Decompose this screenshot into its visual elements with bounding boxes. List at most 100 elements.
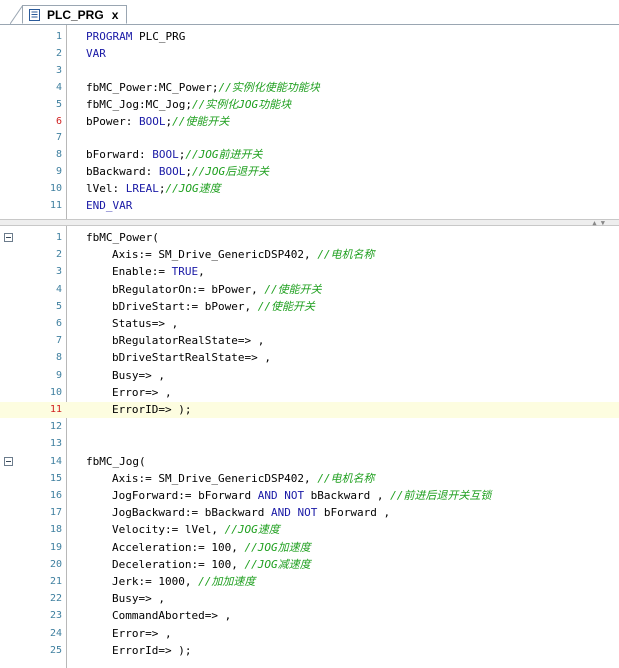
- code-line[interactable]: 14 fbMC_Jog(: [0, 454, 619, 470]
- code-text: Axis:= SM_Drive_GenericDSP402, //电机名称: [112, 247, 375, 263]
- code-text: CommandAborted=> ,: [112, 608, 231, 624]
- identifier-token: Velocity:= lVel,: [112, 523, 225, 537]
- identifier-token: Busy=> ,: [112, 592, 165, 606]
- document-icon: [29, 9, 40, 21]
- code-text: bDriveStart:= bPower, //使能开关: [112, 299, 315, 315]
- line-number: 6: [55, 115, 62, 127]
- editor-splitter[interactable]: ▲ ▼: [0, 219, 619, 227]
- identifier-token: ErrorId=> );: [112, 643, 192, 657]
- code-line[interactable]: 8 bDriveStartRealState=> ,: [0, 350, 619, 366]
- identifier-token: Jerk:= 1000,: [112, 575, 199, 588]
- code-text: JogForward:= bForward AND NOT bBackward …: [112, 488, 491, 504]
- identifier-token: Status=> ,: [112, 317, 179, 330]
- code-line[interactable]: 4 bRegulatorOn:= bPower, //使能开关: [0, 282, 619, 298]
- code-line[interactable]: 13: [0, 436, 619, 452]
- identifier-token: Busy=> ,: [112, 368, 165, 382]
- keyword-token: PROGRAM: [86, 30, 133, 43]
- identifier-token: ,: [198, 265, 205, 279]
- line-number: 19: [49, 541, 62, 553]
- comment-token: //使能开关: [172, 114, 230, 128]
- close-icon[interactable]: x: [112, 8, 119, 22]
- code-line[interactable]: 3 Enable:= TRUE,: [0, 264, 619, 280]
- identifier-token: ;: [158, 182, 166, 196]
- tab-plc-prg[interactable]: PLC_PRG x: [22, 5, 128, 24]
- code-text: Busy=> ,: [112, 591, 165, 607]
- code-line[interactable]: 9 bBackward: BOOL;//JOG后退开关: [0, 164, 619, 180]
- code-line[interactable]: 5 fbMC_Jog:MC_Jog;//实例化JOG功能块: [0, 97, 619, 113]
- keyword-token: AND NOT: [270, 506, 318, 520]
- code-line[interactable]: 1 fbMC_Power(: [0, 230, 619, 246]
- line-number: 7: [55, 335, 62, 347]
- code-line[interactable]: 2 VAR: [0, 46, 619, 62]
- code-text: lVel: LREAL;//JOG速度: [86, 181, 221, 197]
- line-number: 16: [49, 490, 62, 501]
- implementation-editor[interactable]: 1 fbMC_Power(2 Axis:= SM_Drive_GenericDSP4…: [0, 226, 619, 668]
- code-line[interactable]: 15 Axis:= SM_Drive_GenericDSP402, //电机名称: [0, 471, 619, 487]
- line-number: 9: [55, 369, 62, 381]
- code-line[interactable]: 25 ErrorId=> );: [0, 643, 619, 659]
- code-line[interactable]: 4 fbMC_Power:MC_Power;//实例化使能功能块: [0, 80, 619, 96]
- comment-token: //JOG加速度: [244, 540, 311, 554]
- line-number: 9: [55, 166, 62, 178]
- code-text: Error=> ,: [112, 626, 172, 642]
- code-text: Enable:= TRUE,: [112, 264, 205, 280]
- line-number: 5: [55, 98, 62, 110]
- code-line[interactable]: 10 Error=> ,: [0, 385, 619, 401]
- identifier-token: JogBackward:= bBackward: [112, 506, 271, 520]
- code-line[interactable]: 7: [0, 130, 619, 146]
- code-text: bPower: BOOL;//使能开关: [86, 114, 229, 130]
- code-text: bRegulatorOn:= bPower, //使能开关: [112, 282, 322, 298]
- identifier-token: fbMC_Power(: [86, 231, 159, 244]
- code-text: PROGRAM PLC_PRG: [86, 29, 185, 45]
- code-line[interactable]: 21 Jerk:= 1000, //加加速度: [0, 574, 619, 590]
- code-line[interactable]: 20 Deceleration:= 100, //JOG减速度: [0, 557, 619, 573]
- code-line[interactable]: 16 JogForward:= bForward AND NOT bBackwar…: [0, 488, 619, 504]
- code-line[interactable]: 24 Error=> ,: [0, 626, 619, 642]
- code-line[interactable]: 10 lVel: LREAL;//JOG速度: [0, 181, 619, 197]
- line-number: 2: [55, 47, 62, 59]
- code-line[interactable]: 8 bForward: BOOL;//JOG前进开关: [0, 147, 619, 163]
- comment-token: //JOG减速度: [244, 557, 311, 571]
- comment-token: //电机名称: [317, 471, 375, 485]
- line-number: 24: [49, 627, 62, 639]
- code-line[interactable]: 19 Acceleration:= 100, //JOG加速度: [0, 540, 619, 556]
- line-number: 25: [49, 644, 62, 656]
- identifier-token: bRegulatorOn:= bPower,: [112, 282, 265, 296]
- code-line[interactable]: 17 JogBackward:= bBackward AND NOT bForwa…: [0, 505, 619, 521]
- identifier-token: Acceleration:= 100,: [112, 540, 245, 554]
- code-line[interactable]: 18 Velocity:= lVel, //JOG速度: [0, 522, 619, 538]
- code-line[interactable]: 7 bRegulatorRealState=> ,: [0, 333, 619, 349]
- declaration-editor[interactable]: 1 PROGRAM PLC_PRG 2 VAR 3 4 fbMC_Power:MC_Powe…: [0, 25, 619, 219]
- comment-token: //JOG后退开关: [191, 165, 270, 179]
- code-text: Axis:= SM_Drive_GenericDSP402, //电机名称: [112, 471, 375, 487]
- comment-token: //前进后退开关互锁: [390, 489, 492, 502]
- line-number: 15: [49, 472, 62, 484]
- identifier-token: Enable:=: [112, 265, 172, 279]
- identifier-token: ;: [185, 165, 192, 179]
- code-text: bDriveStartRealState=> ,: [112, 350, 271, 366]
- code-line[interactable]: 1 PROGRAM PLC_PRG: [0, 29, 619, 45]
- code-line[interactable]: 11 ErrorID=> );: [0, 402, 619, 418]
- code-line[interactable]: 9 Busy=> ,: [0, 368, 619, 384]
- code-line[interactable]: 6 Status=> ,: [0, 316, 619, 332]
- identifier-token: Axis:= SM_Drive_GenericDSP402,: [112, 471, 318, 485]
- code-line[interactable]: 12: [0, 419, 619, 435]
- code-line[interactable]: 5 bDriveStart:= bPower, //使能开关: [0, 299, 619, 315]
- code-line[interactable]: 3: [0, 63, 619, 79]
- line-number: 11: [49, 200, 62, 211]
- code-line[interactable]: 23 CommandAborted=> ,: [0, 608, 619, 624]
- code-line[interactable]: 11 END_VAR: [0, 198, 619, 214]
- line-number: 4: [55, 283, 62, 295]
- identifier-token: Error=> ,: [112, 385, 172, 399]
- line-number: 17: [49, 507, 62, 519]
- identifier-token: Deceleration:= 100,: [112, 557, 245, 571]
- line-number: 22: [49, 593, 62, 605]
- comment-token: //JOG速度: [224, 523, 280, 537]
- code-line[interactable]: 2 Axis:= SM_Drive_GenericDSP402, //电机名称: [0, 247, 619, 263]
- code-line[interactable]: 6 bPower: BOOL;//使能开关: [0, 114, 619, 130]
- code-line[interactable]: 22 Busy=> ,: [0, 591, 619, 607]
- identifier-token: bForward:: [86, 148, 153, 162]
- comment-token: //电机名称: [317, 248, 375, 262]
- code-text: fbMC_Jog:MC_Jog;//实例化JOG功能块: [86, 97, 291, 113]
- code-text: bBackward: BOOL;//JOG后退开关: [86, 164, 269, 180]
